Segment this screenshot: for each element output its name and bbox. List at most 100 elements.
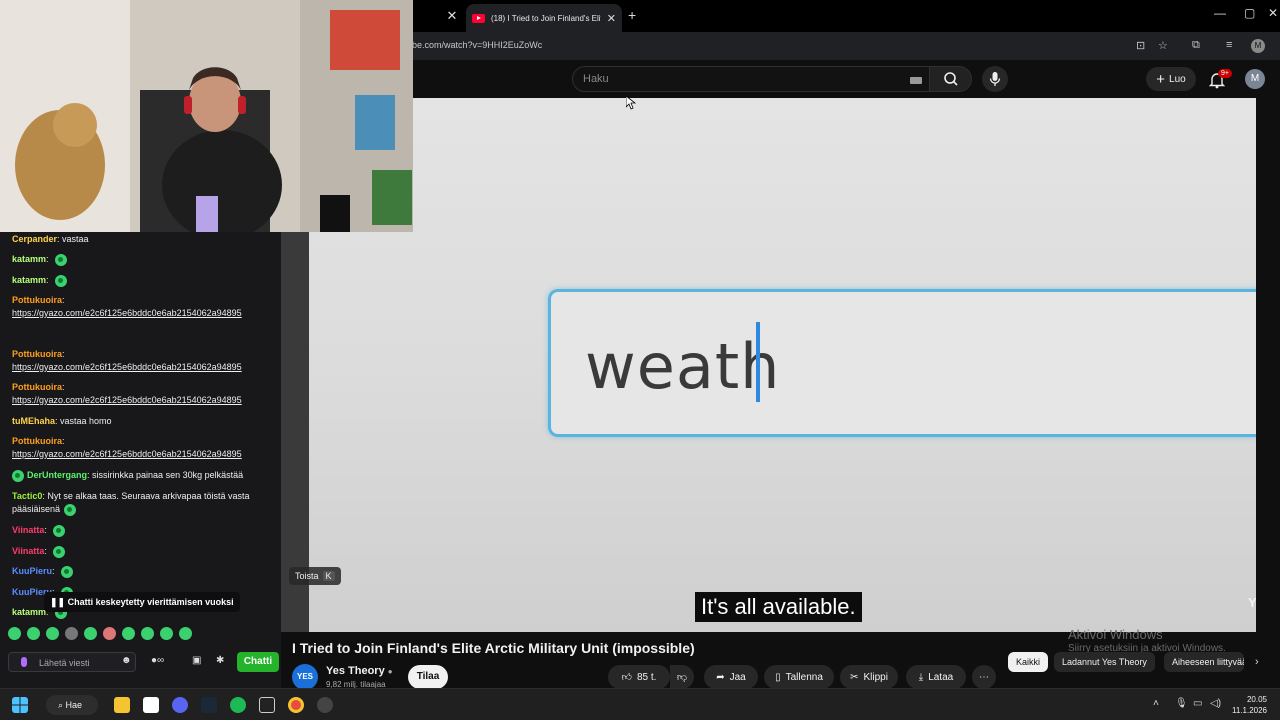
date: 11.1.2026	[1232, 706, 1267, 715]
download-button[interactable]: ⤓ Lataa	[906, 665, 966, 689]
chat-username[interactable]: KuuPieru	[12, 566, 52, 576]
chip-all[interactable]: Kaikki	[1008, 652, 1049, 672]
channel-name-text: Yes Theory	[326, 665, 385, 677]
new-tab-icon[interactable]: +	[628, 7, 636, 23]
emote-icon[interactable]	[141, 627, 154, 640]
maximize-icon[interactable]: ▢	[1244, 6, 1255, 20]
like-count: 85 t.	[636, 671, 657, 683]
chat-link[interactable]: https://gyazo.com/e2c6f125e6bddc0e6ab215…	[12, 362, 242, 372]
app-icon[interactable]	[259, 697, 275, 713]
save-button[interactable]: ▯ Tallenna	[764, 665, 834, 689]
chat-username[interactable]: Pottukuoira	[12, 436, 62, 446]
search-icon: ⌕	[58, 700, 66, 710]
chat-link[interactable]: https://gyazo.com/e2c6f125e6bddc0e6ab215…	[12, 449, 242, 459]
download-icon: ⤓	[918, 671, 924, 683]
browser-profile-avatar[interactable]: M	[1251, 39, 1265, 53]
search-input[interactable]	[573, 67, 893, 91]
emote-icon[interactable]	[122, 627, 135, 640]
url-text[interactable]: be.com/watch?v=9HHI2EuZoWc	[412, 40, 542, 50]
close-tab-icon[interactable]: ✕	[607, 12, 616, 25]
emote-icon[interactable]	[160, 627, 173, 640]
chat-username[interactable]: Pottukuoira	[12, 382, 62, 392]
microphone-icon[interactable]	[21, 657, 27, 667]
chat-username[interactable]: Pottukuoira	[12, 295, 62, 305]
keyboard-icon[interactable]	[910, 77, 922, 84]
chat-username[interactable]: Cerpander	[12, 234, 57, 244]
emote-icon[interactable]	[8, 627, 21, 640]
clip-label: Klippi	[863, 671, 888, 683]
emote-icon[interactable]	[27, 627, 40, 640]
emote-icon[interactable]	[46, 627, 59, 640]
gift-icon[interactable]: ▣	[192, 655, 201, 666]
chip-uploaded-by[interactable]: Ladannut Yes Theory	[1054, 652, 1155, 672]
like-button[interactable]: 👍︎ 85 t.	[608, 665, 670, 689]
emote-icon[interactable]	[179, 627, 192, 640]
more-actions-button[interactable]: ⋯	[972, 665, 996, 689]
chat-message: Cerpander: vastaa	[12, 234, 89, 244]
install-app-icon[interactable]: ⊡	[1136, 39, 1145, 52]
minimize-icon[interactable]: —	[1214, 6, 1226, 20]
video-player[interactable]: weath ToistaK It's all available. YES	[281, 98, 1256, 632]
bookmark-star-icon[interactable]: ☆	[1158, 39, 1168, 52]
emote-row	[8, 627, 198, 643]
emote-icon[interactable]	[65, 627, 78, 640]
chat-username[interactable]: tuMEhaha	[12, 416, 55, 426]
settings-gear-icon[interactable]: ✱	[216, 655, 224, 666]
chat-username[interactable]: Pottukuoira	[12, 349, 62, 359]
chat-username[interactable]: Viinatta	[12, 546, 44, 556]
points-icon[interactable]: ●∞	[151, 655, 164, 666]
emote-picker-icon[interactable]: ☻	[121, 655, 132, 666]
chat-username[interactable]: katamm	[12, 275, 46, 285]
browser-tab-active[interactable]: (18) I Tried to Join Finland's Elite Arc…	[466, 4, 622, 32]
subtitle-caption: It's all available.	[695, 592, 862, 622]
chrome-icon[interactable]	[288, 697, 304, 713]
account-avatar[interactable]: M	[1245, 69, 1265, 89]
extensions-icon[interactable]: ⧉	[1192, 39, 1200, 52]
chat-message: Pottukuoira: https://gyazo.com/e2c6f125e6…	[12, 436, 242, 459]
chat-link[interactable]: https://gyazo.com/e2c6f125e6bddc0e6ab215…	[12, 395, 242, 405]
chat-send-button[interactable]: Chatti	[237, 652, 279, 672]
volume-icon[interactable]: ◁)	[1210, 698, 1221, 709]
chat-username[interactable]: Viinatta	[12, 525, 44, 535]
taskbar-search-label: Hae	[65, 700, 83, 710]
file-explorer-icon[interactable]	[114, 697, 130, 713]
search-icon	[944, 72, 958, 86]
chat-username[interactable]: katamm	[12, 254, 46, 264]
channel-name[interactable]: Yes Theory ●	[326, 665, 393, 677]
channel-avatar[interactable]: YES	[292, 664, 318, 690]
media-control-icon[interactable]: ≡	[1226, 39, 1232, 51]
create-button[interactable]: + Luo	[1146, 67, 1196, 91]
app-icon[interactable]	[317, 697, 333, 713]
chevron-right-icon[interactable]: ›	[1255, 656, 1259, 668]
share-button[interactable]: ➦ Jaa	[704, 665, 758, 689]
badge-icon	[12, 469, 24, 482]
dislike-button[interactable]: 👎︎	[670, 665, 694, 689]
chat-paused-notice[interactable]: ❚❚ Chatti keskeytetty vierittämisen vuok…	[44, 592, 240, 612]
tray-mic-icon[interactable]: 🎙︎	[1175, 698, 1188, 709]
discord-icon[interactable]	[172, 697, 188, 713]
steam-icon[interactable]	[201, 697, 217, 713]
voice-search-button[interactable]	[982, 66, 1008, 92]
emote-icon[interactable]	[103, 627, 116, 640]
emote-icon[interactable]	[84, 627, 97, 640]
chat-username[interactable]: Tactic0	[12, 491, 42, 501]
taskbar-clock[interactable]: 20.05 11.1.2026	[1232, 694, 1267, 716]
chat-link[interactable]: https://gyazo.com/e2c6f125e6bddc0e6ab215…	[12, 308, 242, 318]
search-button[interactable]	[930, 66, 972, 92]
chat-message: Viinatta:	[12, 545, 274, 558]
tray-chevron-icon[interactable]: ˄	[1153, 698, 1159, 709]
app-icon[interactable]	[143, 697, 159, 713]
chip-related[interactable]: Aiheeseen liittyvää	[1164, 652, 1244, 672]
taskbar-search[interactable]: ⌕ Hae	[46, 695, 98, 715]
chat-username[interactable]: katamm	[12, 607, 46, 617]
network-icon[interactable]: ▭	[1193, 698, 1202, 709]
channel-watermark[interactable]: YES	[1248, 595, 1256, 610]
windows-start-icon[interactable]	[12, 697, 28, 713]
close-window-icon[interactable]: ✕	[1268, 6, 1278, 20]
subscribe-button[interactable]: Tilaa	[408, 665, 448, 689]
spotify-icon[interactable]	[230, 697, 246, 713]
clip-button[interactable]: ✂ Klippi	[840, 665, 898, 689]
close-tab-icon[interactable]: ✕	[444, 8, 460, 24]
play-tooltip: Toista K	[289, 567, 341, 585]
chat-username[interactable]: DerUntergang	[27, 470, 87, 480]
